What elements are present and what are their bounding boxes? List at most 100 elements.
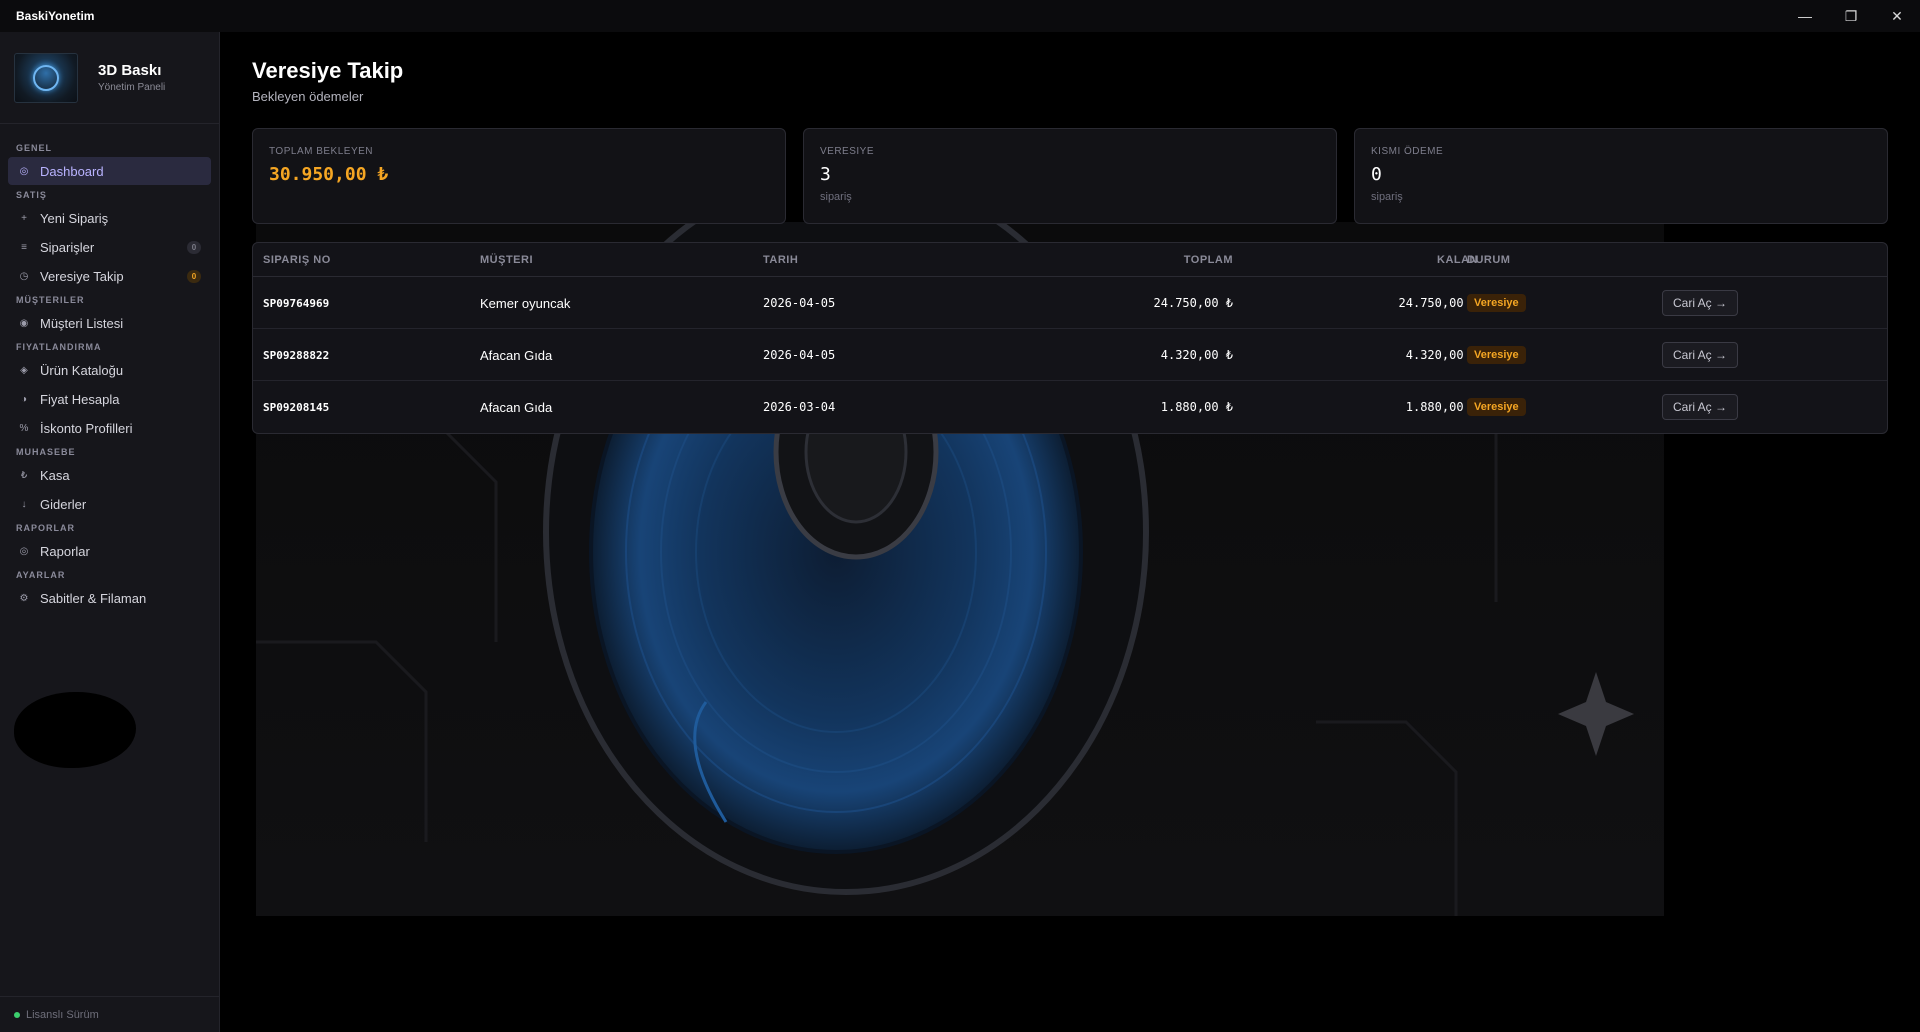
dashboard-icon: ◎ (19, 165, 29, 177)
customer-cell: Kemer oyuncak (480, 295, 571, 311)
sidebar-item-sabitler-filaman[interactable]: ⚙ Sabitler & Filaman (8, 584, 211, 612)
window-controls: — ❐ ✕ (1782, 0, 1920, 32)
column-header-customer[interactable]: MÜŞTERI (480, 243, 533, 277)
order-no-cell: SP09208145 (263, 400, 330, 414)
column-header-status[interactable]: DURUM (1467, 243, 1510, 277)
clock-icon: ◷ (19, 270, 29, 282)
sidebar-nav: GENEL ◎ Dashboard SATIŞ + Yeni Sipariş ≡… (0, 124, 219, 612)
sidebar-item-siparisler[interactable]: ≡ Siparişler 0 (8, 233, 211, 261)
stat-label: KISMI ÖDEME (1371, 146, 1444, 157)
stat-label: TOPLAM BEKLEYEN (269, 146, 374, 157)
cari-ac-button[interactable]: Cari Aç → (1662, 290, 1739, 316)
redacted-avatar (14, 692, 136, 768)
sidebar-item-dashboard[interactable]: ◎ Dashboard (8, 157, 211, 185)
total-cell: 4.320,00 ₺ (1160, 348, 1233, 362)
action-cell: Cari Aç → (1662, 277, 1739, 329)
list-icon: ≡ (21, 241, 27, 253)
user-icon: ◉ (19, 317, 29, 329)
table-header: SIPARIŞ NO MÜŞTERI TARIH TOPLAM KALAN DU… (253, 243, 1887, 277)
sidebar-item-label: Müşteri Listesi (40, 315, 124, 331)
stat-card-toplam-bekleyen: TOPLAM BEKLEYEN 30.950,00 ₺ (252, 128, 786, 224)
sidebar-item-raporlar[interactable]: ◎ Raporlar (8, 537, 211, 565)
title-bar: BaskiYonetim — ❐ ✕ (0, 0, 1920, 32)
status-badge: Veresiye (1467, 398, 1526, 416)
stat-value: 30.950,00 ₺ (269, 164, 389, 185)
remaining-cell: 4.320,00 ₺ (1405, 348, 1478, 362)
license-status: Lisanslı Sürüm (0, 996, 219, 1032)
column-header-order-no[interactable]: SIPARIŞ NO (263, 243, 331, 277)
remaining-cell: 24.750,00 ₺ (1398, 296, 1478, 310)
cari-ac-button[interactable]: Cari Aç → (1662, 342, 1739, 368)
sidebar-item-fiyat-hesapla[interactable]: ◑ Fiyat Hesapla (8, 385, 211, 413)
column-header-date[interactable]: TARIH (763, 243, 798, 277)
sidebar-item-label: Giderler (40, 496, 87, 512)
nav-section-raporlar: RAPORLAR (16, 523, 75, 533)
sidebar-item-label: Fiyat Hesapla (40, 391, 120, 407)
sidebar-item-kasa[interactable]: ₺ Kasa (8, 461, 211, 489)
sidebar-item-label: Raporlar (40, 543, 90, 559)
arrow-down-icon: ↓ (21, 498, 27, 510)
count-badge: 0 (187, 270, 201, 283)
license-label: Lisanslı Sürüm (26, 1008, 99, 1021)
nav-section-genel: GENEL (16, 143, 53, 153)
table-row[interactable]: SP09288822 Afacan Gıda 2026-04-05 4.320,… (253, 329, 1887, 381)
brand-subtitle: Yönetim Paneli (98, 82, 166, 93)
nav-section-fiyatlandirma: FIYATLANDIRMA (16, 342, 102, 352)
total-cell: 1.880,00 ₺ (1160, 400, 1233, 414)
sidebar-item-veresiye-takip[interactable]: ◷ Veresiye Takip 0 (8, 262, 211, 290)
sidebar-item-iskonto-profilleri[interactable]: % İskonto Profilleri (8, 414, 211, 442)
sidebar-item-label: Siparişler (40, 239, 95, 255)
remaining-cell: 1.880,00 ₺ (1405, 400, 1478, 414)
date-cell: 2026-03-04 (763, 400, 836, 414)
action-cell: Cari Aç → (1662, 381, 1739, 433)
sidebar-item-musteri-listesi[interactable]: ◉ Müşteri Listesi (8, 309, 211, 337)
sidebar-item-label: Ürün Kataloğu (40, 362, 124, 378)
sidebar-item-label: Sabitler & Filaman (40, 590, 147, 606)
order-no-cell: SP09764969 (263, 296, 330, 310)
brand-title: 3D Baskı (98, 62, 162, 79)
order-no-cell: SP09288822 (263, 348, 330, 362)
stat-unit: sipariş (820, 191, 852, 203)
sparkle-icon (1558, 672, 1634, 756)
status-cell: Veresiye (1467, 381, 1526, 433)
sidebar-item-yeni-siparis[interactable]: + Yeni Sipariş (8, 204, 211, 232)
stat-unit: sipariş (1371, 191, 1403, 203)
table-row[interactable]: SP09208145 Afacan Gıda 2026-03-04 1.880,… (253, 381, 1887, 433)
lira-icon: ₺ (20, 469, 28, 481)
column-header-total[interactable]: TOPLAM (953, 243, 1233, 277)
customer-cell: Afacan Gıda (480, 347, 553, 363)
sidebar-item-urun-katalogu[interactable]: ◈ Ürün Kataloğu (8, 356, 211, 384)
stat-value: 0 (1371, 164, 1382, 185)
table-row[interactable]: SP09764969 Kemer oyuncak 2026-04-05 24.7… (253, 277, 1887, 329)
cari-ac-button[interactable]: Cari Aç → (1662, 394, 1739, 420)
status-dot-icon (14, 1011, 20, 1018)
window-title: BaskiYonetim (16, 9, 95, 23)
minimize-button[interactable]: — (1782, 0, 1828, 32)
date-cell: 2026-04-05 (763, 296, 836, 310)
stat-card-veresiye: VERESIYE 3 sipariş (803, 128, 1337, 224)
nav-section-musteriler: MÜŞTERILER (16, 295, 85, 305)
brand-logo (14, 52, 78, 103)
main-content: Veresiye Takip Bekleyen ödemeler TOPLAM … (220, 32, 1920, 1032)
count-badge: 0 (187, 241, 201, 254)
nav-section-muhasebe: MUHASEBE (16, 447, 76, 457)
column-header-remaining[interactable]: KALAN (1253, 243, 1478, 277)
close-button[interactable]: ✕ (1874, 0, 1920, 32)
report-icon: ◎ (19, 545, 29, 557)
date-cell: 2026-04-05 (763, 348, 836, 362)
status-cell: Veresiye (1467, 277, 1526, 329)
brand: 3D Baskı Yönetim Paneli (0, 32, 219, 124)
gear-icon: ⚙ (19, 592, 29, 604)
sidebar-item-giderler[interactable]: ↓ Giderler (8, 490, 211, 518)
sidebar-item-label: Dashboard (40, 163, 104, 179)
stat-label: VERESIYE (820, 146, 875, 157)
percent-icon: % (19, 422, 29, 434)
maximize-button[interactable]: ❐ (1828, 0, 1874, 32)
sidebar-item-label: İskonto Profilleri (40, 420, 133, 436)
stat-value: 3 (820, 164, 831, 185)
sidebar-item-label: Yeni Sipariş (40, 210, 109, 226)
veresiye-table: SIPARIŞ NO MÜŞTERI TARIH TOPLAM KALAN DU… (252, 242, 1888, 434)
logo-icon (33, 64, 59, 91)
sidebar-item-label: Veresiye Takip (40, 268, 124, 284)
status-badge: Veresiye (1467, 294, 1526, 312)
